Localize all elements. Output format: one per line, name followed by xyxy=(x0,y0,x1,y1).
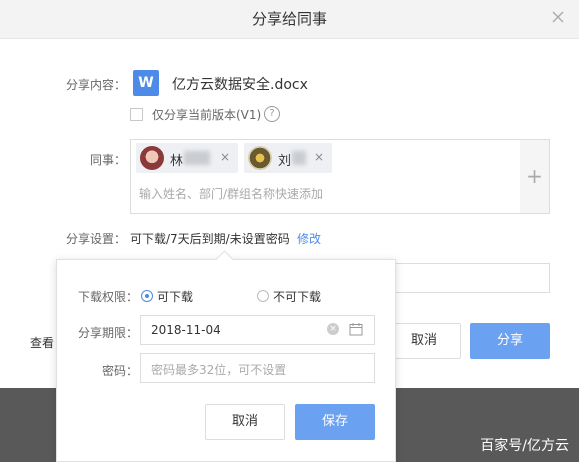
expiry-date-input[interactable]: 2018-11-04 × xyxy=(140,315,375,345)
blurred-name xyxy=(184,151,210,165)
colleague-name: 刘 xyxy=(278,154,292,169)
popover-cancel-button[interactable]: 取消 xyxy=(205,404,285,440)
remove-colleague-icon[interactable]: × xyxy=(220,150,230,164)
share-version-checkbox[interactable] xyxy=(130,108,143,121)
background-input[interactable] xyxy=(390,263,550,293)
password-input[interactable]: 密码最多32位，可不设置 xyxy=(140,353,375,383)
share-settings-label: 分享设置： xyxy=(65,232,126,246)
close-icon[interactable] xyxy=(551,10,565,24)
share-content-label: 分享内容： xyxy=(65,78,126,92)
calendar-icon[interactable] xyxy=(349,322,363,339)
help-icon[interactable]: ? xyxy=(264,106,280,122)
add-colleague-button[interactable]: + xyxy=(520,139,550,214)
password-label: 密码： xyxy=(101,364,138,378)
word-file-icon: W xyxy=(133,70,159,96)
download-permission-label: 下载权限： xyxy=(77,290,138,304)
share-settings-value: 可下载/7天后到期/未设置密码 xyxy=(130,232,290,246)
clear-icon[interactable]: × xyxy=(327,323,339,335)
colleague-name: 林 xyxy=(170,154,184,169)
radio-download-label[interactable]: 可下载 xyxy=(157,288,193,305)
expiry-label: 分享期限： xyxy=(77,326,138,340)
radio-no-download-label[interactable]: 不可下载 xyxy=(273,288,321,305)
file-name: 亿方云数据安全.docx xyxy=(172,77,308,93)
dialog-title: 分享给同事 xyxy=(251,10,327,28)
blurred-name xyxy=(292,151,306,165)
share-button[interactable]: 分享 xyxy=(470,323,550,359)
share-version-label: 仅分享当前版本(V1) xyxy=(152,108,262,122)
expiry-date-value: 2018-11-04 xyxy=(151,323,221,337)
colleague-tag: 林 × xyxy=(136,143,238,173)
remove-colleague-icon[interactable]: × xyxy=(314,150,324,164)
cancel-button[interactable]: 取消 xyxy=(387,323,461,359)
radio-no-download[interactable] xyxy=(257,290,269,302)
colleague-label: 同事： xyxy=(89,153,126,167)
popover-save-button[interactable]: 保存 xyxy=(295,404,375,440)
avatar xyxy=(140,146,164,170)
colleague-tag: 刘 × xyxy=(244,143,332,173)
password-placeholder: 密码最多32位，可不设置 xyxy=(151,363,287,377)
radio-download[interactable] xyxy=(141,290,153,302)
avatar xyxy=(248,146,272,170)
colleague-placeholder: 输入姓名、部门/群组名称快速添加 xyxy=(139,187,324,201)
watermark: 百家号/亿方云 xyxy=(480,438,569,454)
modify-settings-link[interactable]: 修改 xyxy=(297,230,321,247)
view-label: 查看 xyxy=(30,336,55,350)
